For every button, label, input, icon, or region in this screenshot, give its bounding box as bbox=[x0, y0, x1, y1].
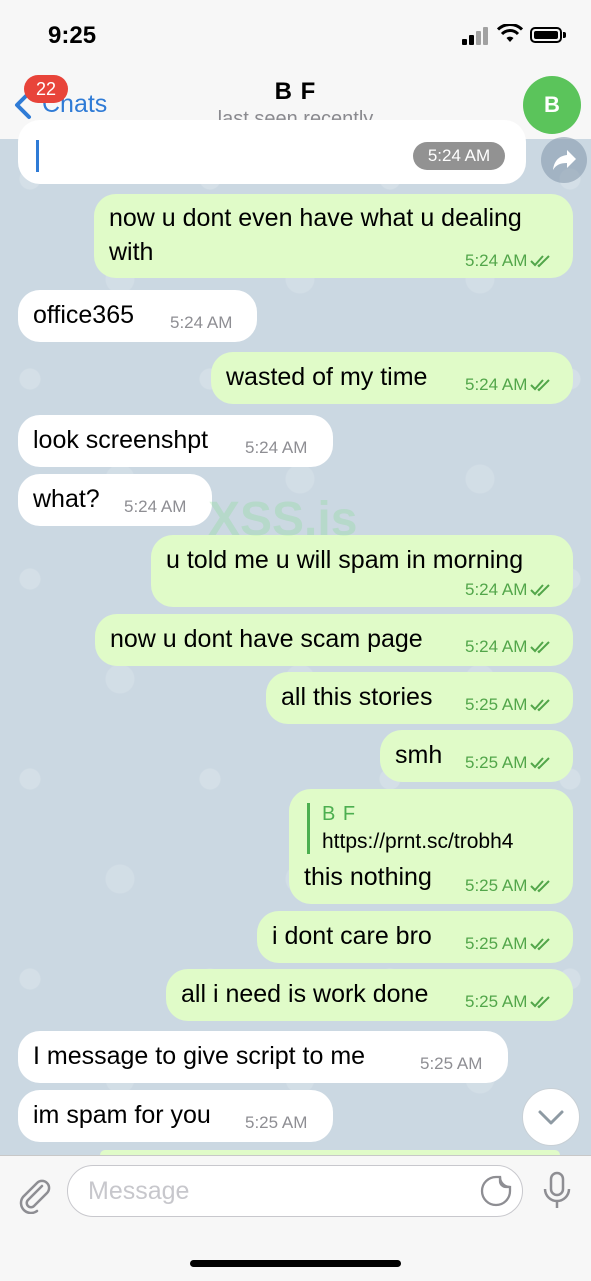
message-text: what? bbox=[33, 485, 100, 513]
message-meta: 5:24 AM bbox=[465, 637, 552, 657]
status-time: 9:25 bbox=[48, 22, 97, 49]
forward-button[interactable] bbox=[541, 137, 587, 183]
forward-icon bbox=[553, 150, 576, 170]
message-outgoing[interactable]: wasted of my time 5:24 AM bbox=[211, 352, 573, 404]
message-meta: 5:24 AM bbox=[465, 375, 552, 395]
message-time: 5:25 AM bbox=[420, 1054, 483, 1073]
message-meta: 5:24 AM bbox=[465, 251, 552, 271]
read-check-icon bbox=[530, 699, 551, 712]
message-text: i dont care bro bbox=[272, 922, 432, 950]
message-text: all this stories bbox=[281, 683, 433, 711]
read-check-icon bbox=[530, 641, 551, 654]
message-outgoing[interactable]: i dont care bro 5:25 AM bbox=[257, 911, 573, 963]
message-composer bbox=[0, 1155, 591, 1281]
watermark: XSS.is bbox=[208, 493, 358, 546]
read-check-icon bbox=[530, 379, 551, 392]
avatar[interactable]: B bbox=[523, 76, 581, 134]
message-time: 5:24 AM bbox=[170, 313, 233, 332]
message-input[interactable] bbox=[67, 1165, 523, 1217]
battery-tip bbox=[563, 32, 566, 38]
message-outgoing[interactable]: all i need is work done 5:25 AM bbox=[166, 969, 573, 1021]
message-text: with bbox=[109, 238, 154, 266]
text-cursor bbox=[36, 140, 39, 172]
message-incoming[interactable]: what? 5:24 AM bbox=[18, 474, 212, 526]
cellular-signal-icon bbox=[462, 27, 492, 45]
reply-link[interactable]: https://prnt.sc/trobh4 bbox=[322, 830, 513, 854]
message-time: 5:24 AM bbox=[465, 251, 528, 270]
message-time: 5:24 AM bbox=[465, 375, 528, 394]
sticker-icon[interactable] bbox=[480, 1175, 512, 1207]
microphone-icon[interactable] bbox=[541, 1171, 573, 1211]
message-outgoing[interactable]: now u dont even have what u dealing with… bbox=[94, 194, 573, 278]
message-meta: 5:25 AM bbox=[465, 992, 552, 1012]
message-text: wasted of my time bbox=[226, 363, 428, 391]
reply-preview[interactable]: B F https://prnt.sc/trobh4 bbox=[307, 803, 513, 854]
message-text: u told me u will spam in morning bbox=[166, 546, 524, 574]
read-check-icon bbox=[530, 584, 551, 597]
message-time: 5:25 AM bbox=[465, 695, 528, 714]
message-time: 5:25 AM bbox=[465, 753, 528, 772]
read-check-icon bbox=[530, 757, 551, 770]
message-incoming[interactable]: look screenshpt 5:24 AM bbox=[18, 415, 333, 467]
message-meta: 5:25 AM bbox=[465, 695, 552, 715]
message-incoming[interactable]: office365 5:24 AM bbox=[18, 290, 257, 342]
message-meta: 5:25 AM bbox=[465, 876, 552, 896]
message-text: now u dont even have what u dealing bbox=[109, 204, 522, 232]
chat-title[interactable]: B F bbox=[0, 78, 591, 106]
message-meta: 5:24 AM bbox=[465, 580, 552, 600]
message-incoming[interactable]: I message to give script to me 5:25 AM bbox=[18, 1031, 508, 1083]
message-text: I message to give script to me bbox=[33, 1042, 366, 1070]
battery-icon bbox=[530, 27, 562, 43]
read-check-icon bbox=[530, 880, 551, 893]
read-check-icon bbox=[530, 255, 551, 268]
message-time: 5:24 AM bbox=[465, 580, 528, 599]
message-time: 5:24 AM bbox=[465, 637, 528, 656]
read-check-icon bbox=[530, 996, 551, 1009]
message-outgoing-reply[interactable]: B F https://prnt.sc/trobh4 this nothing … bbox=[289, 789, 573, 904]
scroll-to-bottom-button[interactable] bbox=[522, 1088, 580, 1146]
message-time: 5:24 AM bbox=[245, 438, 308, 457]
wifi-icon bbox=[497, 24, 523, 42]
message-time: 5:25 AM bbox=[465, 934, 528, 953]
message-text: now u dont have scam page bbox=[110, 625, 423, 653]
message-text: this nothing bbox=[304, 863, 432, 891]
message-text: smh bbox=[395, 741, 443, 769]
message-time: 5:24 AM bbox=[124, 497, 187, 516]
message-time: 5:25 AM bbox=[465, 992, 528, 1011]
message-text: look screenshpt bbox=[33, 426, 209, 454]
message-outgoing[interactable]: all this stories 5:25 AM bbox=[266, 672, 573, 724]
message-time: 5:25 AM bbox=[245, 1113, 308, 1132]
home-indicator[interactable] bbox=[190, 1260, 401, 1267]
message-time-pill: 5:24 AM bbox=[413, 142, 505, 170]
reply-author: B F bbox=[322, 803, 357, 825]
message-incoming[interactable]: im spam for you 5:25 AM bbox=[18, 1090, 333, 1142]
message-outgoing[interactable]: smh 5:25 AM bbox=[380, 730, 573, 782]
read-check-icon bbox=[530, 938, 551, 951]
message-meta: 5:25 AM bbox=[465, 753, 552, 773]
status-bar: 9:25 bbox=[0, 0, 591, 70]
message-outgoing[interactable]: now u dont have scam page 5:24 AM bbox=[95, 614, 573, 666]
message-text: im spam for you bbox=[33, 1101, 211, 1129]
message-time: 5:25 AM bbox=[465, 876, 528, 895]
paperclip-icon[interactable] bbox=[14, 1174, 54, 1214]
message-text: office365 bbox=[33, 301, 135, 329]
message-text: all i need is work done bbox=[181, 980, 429, 1008]
message-meta: 5:25 AM bbox=[465, 934, 552, 954]
chevron-down-icon bbox=[538, 1110, 564, 1125]
